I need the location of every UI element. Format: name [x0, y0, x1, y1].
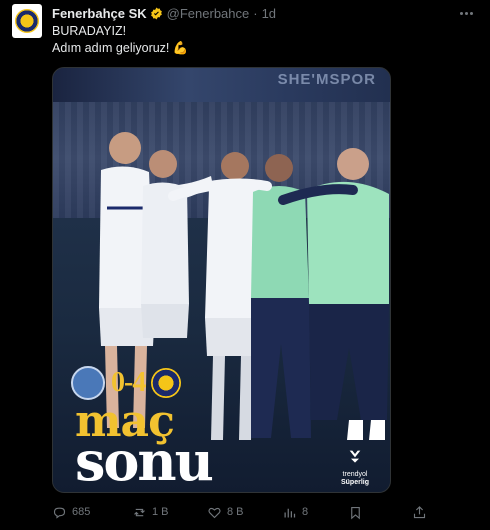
tweet-media-image[interactable]: SHE'MSPOR 0-4 maç sonu trendyol Süperlig [52, 67, 391, 493]
title-bottom: sonu [75, 429, 214, 493]
avatar[interactable] [12, 4, 42, 38]
super-lig-mark-icon [349, 450, 361, 463]
bookmark-button[interactable] [348, 505, 412, 520]
share-icon [413, 505, 426, 518]
match-score: 0-4 [71, 366, 182, 400]
views-button[interactable]: 8 [282, 505, 348, 520]
views-count: 8 [302, 506, 309, 518]
account-name[interactable]: Fenerbahçe SK [52, 6, 147, 21]
bookmark-icon [351, 506, 360, 519]
tweet-line-1: BURADAYIZ! [52, 24, 127, 38]
repost-icon [134, 508, 145, 516]
like-button[interactable]: 8 B [207, 505, 282, 520]
tweet-actions: 685 1 B 8 B 8 [52, 503, 482, 521]
timestamp[interactable]: 1d [262, 6, 276, 21]
separator-dot: · [253, 5, 258, 21]
tweet[interactable]: Fenerbahçe SK @Fenerbahce · 1d BURADAYIZ… [0, 0, 490, 530]
league-logo: trendyol Süperlig [334, 448, 376, 487]
league-line-1: trendyol [342, 471, 368, 478]
verified-badge-icon [150, 7, 162, 19]
like-count: 8 B [227, 506, 244, 518]
fenerbahce-logo-icon [151, 368, 182, 398]
account-handle[interactable]: @Fenerbahce [167, 6, 250, 21]
reply-button[interactable]: 685 [52, 505, 132, 520]
tweet-line-2: Adım adım geliyoruz! 💪 [52, 41, 189, 55]
like-icon [208, 507, 221, 518]
reply-count: 685 [72, 506, 91, 518]
views-icon [284, 508, 296, 517]
repost-button[interactable]: 1 B [132, 505, 207, 520]
adana-demirspor-logo-icon [71, 366, 105, 400]
score-text: 0-4 [111, 367, 146, 398]
share-button[interactable] [412, 505, 452, 520]
league-line-2: Süperlig [340, 479, 369, 486]
tweet-header: Fenerbahçe SK @Fenerbahce · 1d [52, 4, 276, 22]
reply-icon [53, 507, 66, 519]
more-icon[interactable] [456, 6, 476, 20]
club-crest-icon [15, 9, 39, 33]
repost-count: 1 B [152, 506, 169, 518]
tweet-text: BURADAYIZ! Adım adım geliyoruz! 💪 [52, 23, 188, 57]
